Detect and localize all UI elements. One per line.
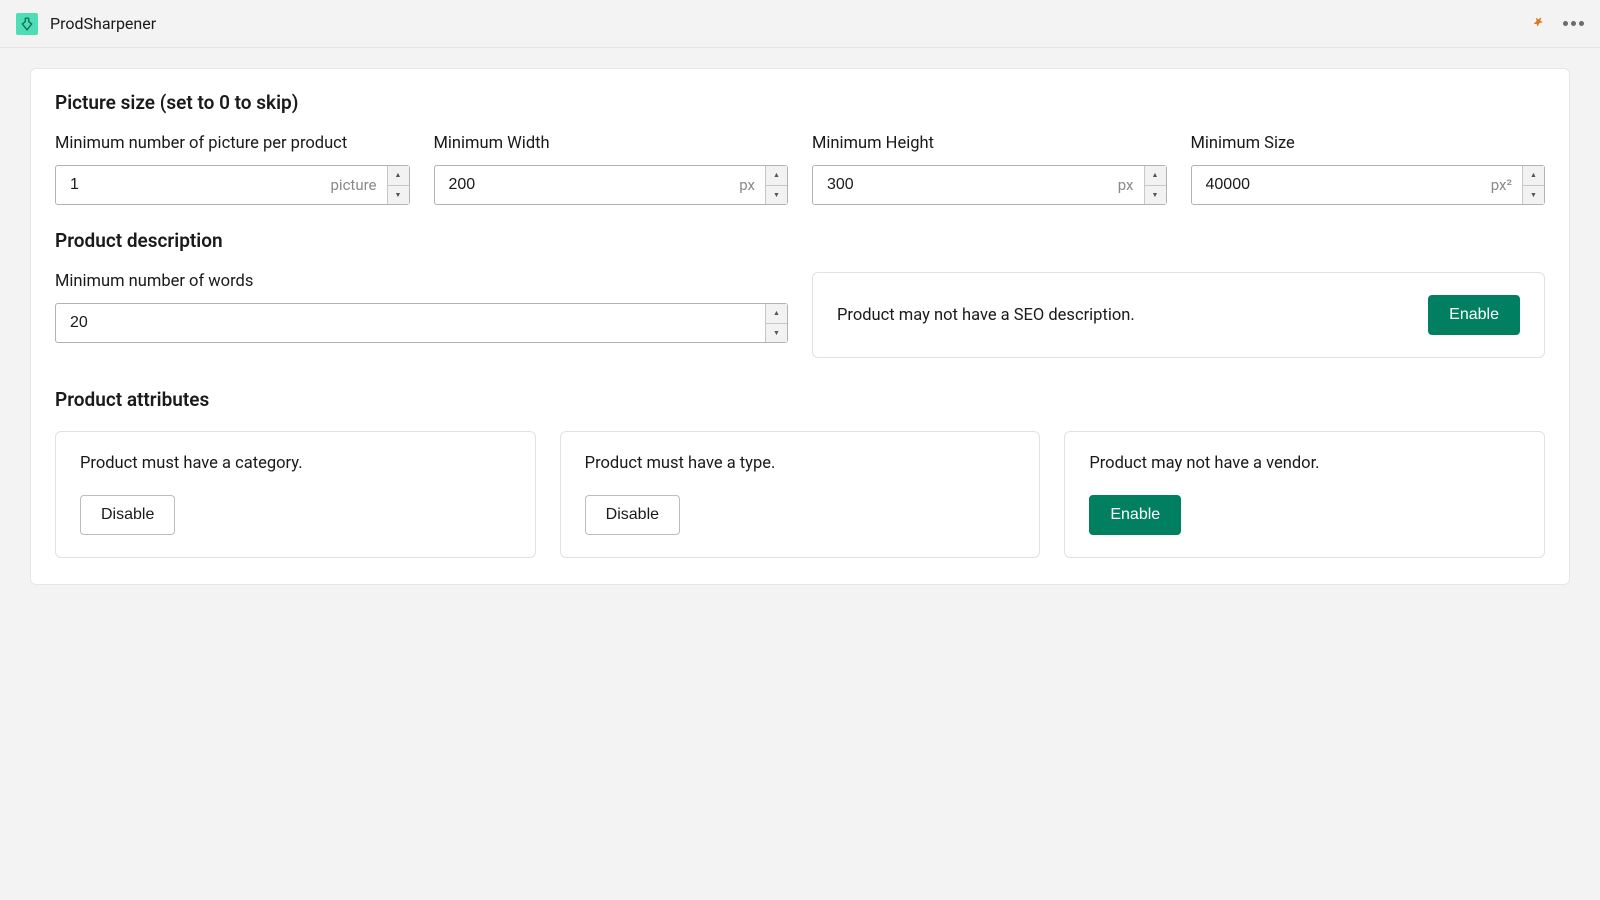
picture-section-title: Picture size (set to 0 to skip) [55, 91, 1545, 114]
content-area: Picture size (set to 0 to skip) Minimum … [0, 48, 1600, 605]
attributes-row: Product must have a category. Disable Pr… [55, 431, 1545, 558]
chevron-down-icon[interactable]: ▼ [766, 324, 787, 343]
attribute-text: Product must have a category. [80, 454, 511, 473]
min-height-input[interactable] [813, 166, 1108, 204]
chevron-up-icon[interactable]: ▲ [766, 166, 787, 186]
min-picture-count-field: Minimum number of picture per product pi… [55, 134, 410, 205]
settings-panel: Picture size (set to 0 to skip) Minimum … [30, 68, 1570, 585]
seo-card: Product may not have a SEO description. … [812, 272, 1545, 358]
attribute-enable-button[interactable]: Enable [1089, 495, 1181, 535]
attribute-text: Product may not have a vendor. [1089, 454, 1520, 473]
min-words-input[interactable] [56, 304, 765, 342]
more-icon[interactable] [1563, 21, 1584, 26]
min-size-input[interactable] [1192, 166, 1481, 204]
description-row: Minimum number of words ▲ ▼ Product may … [55, 272, 1545, 358]
min-height-stepper: ▲ ▼ [1144, 166, 1166, 204]
chevron-down-icon[interactable]: ▼ [1523, 186, 1544, 205]
top-bar: ProdSharpener [0, 0, 1600, 48]
topbar-left: ProdSharpener [16, 13, 156, 35]
min-size-unit: px² [1481, 166, 1522, 204]
chevron-up-icon[interactable]: ▲ [1145, 166, 1166, 186]
chevron-up-icon[interactable]: ▲ [1523, 166, 1544, 186]
chevron-down-icon[interactable]: ▼ [1145, 186, 1166, 205]
topbar-right [1531, 14, 1584, 33]
attribute-text: Product must have a type. [585, 454, 1016, 473]
min-size-stepper: ▲ ▼ [1522, 166, 1544, 204]
min-width-input[interactable] [435, 166, 730, 204]
chevron-up-icon[interactable]: ▲ [766, 304, 787, 324]
description-section-title: Product description [55, 229, 1545, 252]
min-picture-count-unit: picture [321, 166, 387, 204]
min-size-wrap: px² ▲ ▼ [1191, 165, 1546, 205]
min-picture-count-wrap: picture ▲ ▼ [55, 165, 410, 205]
min-height-field: Minimum Height px ▲ ▼ [812, 134, 1167, 205]
min-height-label: Minimum Height [812, 134, 1167, 153]
attribute-disable-button[interactable]: Disable [80, 495, 175, 535]
min-width-stepper: ▲ ▼ [765, 166, 787, 204]
attribute-card-vendor: Product may not have a vendor. Enable [1064, 431, 1545, 558]
app-title: ProdSharpener [50, 14, 156, 33]
min-words-wrap: ▲ ▼ [55, 303, 788, 343]
chevron-down-icon[interactable]: ▼ [766, 186, 787, 205]
min-picture-count-label: Minimum number of picture per product [55, 134, 410, 153]
min-picture-count-stepper: ▲ ▼ [387, 166, 409, 204]
picture-fields-row: Minimum number of picture per product pi… [55, 134, 1545, 205]
min-width-wrap: px ▲ ▼ [434, 165, 789, 205]
min-size-label: Minimum Size [1191, 134, 1546, 153]
min-size-field: Minimum Size px² ▲ ▼ [1191, 134, 1546, 205]
attribute-card-type: Product must have a type. Disable [560, 431, 1041, 558]
min-height-wrap: px ▲ ▼ [812, 165, 1167, 205]
attribute-disable-button[interactable]: Disable [585, 495, 680, 535]
min-width-label: Minimum Width [434, 134, 789, 153]
chevron-up-icon[interactable]: ▲ [388, 166, 409, 186]
app-icon [16, 13, 38, 35]
min-width-unit: px [729, 166, 765, 204]
min-words-field: Minimum number of words ▲ ▼ [55, 272, 788, 343]
min-height-unit: px [1108, 166, 1144, 204]
min-picture-count-input[interactable] [56, 166, 321, 204]
attribute-card-category: Product must have a category. Disable [55, 431, 536, 558]
pin-icon[interactable] [1531, 14, 1545, 33]
attributes-section-title: Product attributes [55, 388, 1545, 411]
min-words-label: Minimum number of words [55, 272, 788, 291]
min-width-field: Minimum Width px ▲ ▼ [434, 134, 789, 205]
chevron-down-icon[interactable]: ▼ [388, 186, 409, 205]
seo-card-wrap: Product may not have a SEO description. … [812, 272, 1545, 358]
seo-enable-button[interactable]: Enable [1428, 295, 1520, 335]
min-words-stepper: ▲ ▼ [765, 304, 787, 342]
seo-notice-text: Product may not have a SEO description. [837, 306, 1135, 325]
